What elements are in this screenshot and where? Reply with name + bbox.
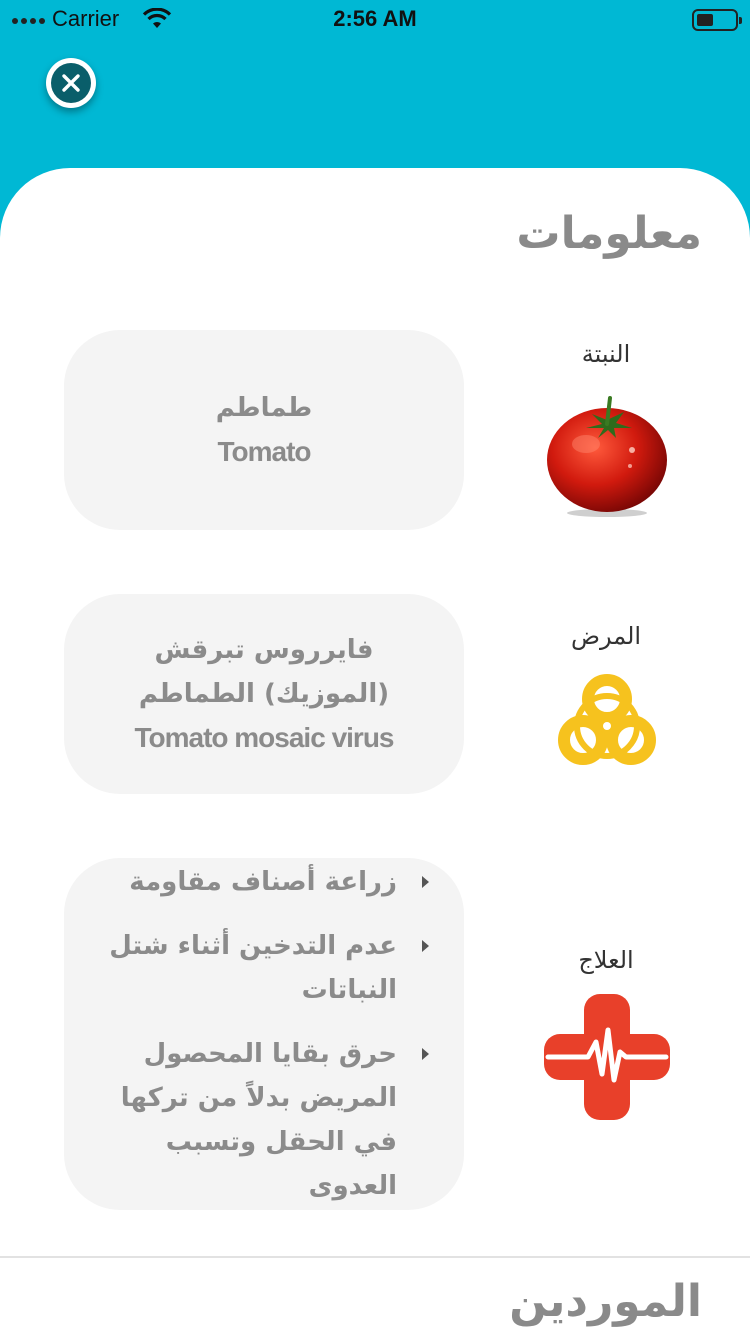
clock: 2:56 AM [333, 6, 417, 31]
treatment-item: حرق بقايا المحصول المريض بدلاً من تركها … [99, 1032, 429, 1208]
disease-name-ar: فايرروس تبرقش (الموزيك) الطماطم [138, 635, 390, 709]
disease-card: فايرروس تبرقش (الموزيك) الطماطم Tomato m… [64, 594, 464, 794]
medical-cross-icon [544, 994, 670, 1120]
treatment-item: عدم التدخين أثناء شتل النباتات [99, 924, 429, 1012]
treatment-list: زراعة أصناف مقاومة عدم التدخين أثناء شتل… [99, 860, 429, 1208]
plant-name-ar: طماطم [215, 393, 313, 423]
treatment-label: العلاج [578, 946, 634, 974]
providers-title: الموردين [509, 1276, 702, 1327]
plant-card: طماطم Tomato [64, 330, 464, 530]
bullet-icon [422, 940, 429, 952]
treatment-item: زراعة أصناف مقاومة [99, 860, 429, 904]
close-button[interactable] [46, 58, 96, 108]
biohazard-icon [558, 674, 656, 765]
status-bar: Carrier 2:56 AM [0, 0, 750, 40]
disease-label: المرض [570, 622, 642, 650]
close-icon [62, 74, 80, 92]
tomato-icon [547, 396, 667, 517]
info-sheet: معلومات النبتة طماطم Tomato المرض فايررو… [0, 168, 750, 1334]
bullet-icon [422, 1048, 429, 1060]
divider [0, 1256, 750, 1258]
plant-name-en: Tomato [217, 436, 311, 467]
battery-icon [692, 9, 742, 31]
treatment-card: زراعة أصناف مقاومة عدم التدخين أثناء شتل… [64, 858, 464, 1210]
info-title: معلومات [516, 208, 702, 259]
disease-name-en: Tomato mosaic virus [134, 722, 394, 753]
bullet-icon [422, 876, 429, 888]
plant-label: النبتة [581, 340, 631, 368]
